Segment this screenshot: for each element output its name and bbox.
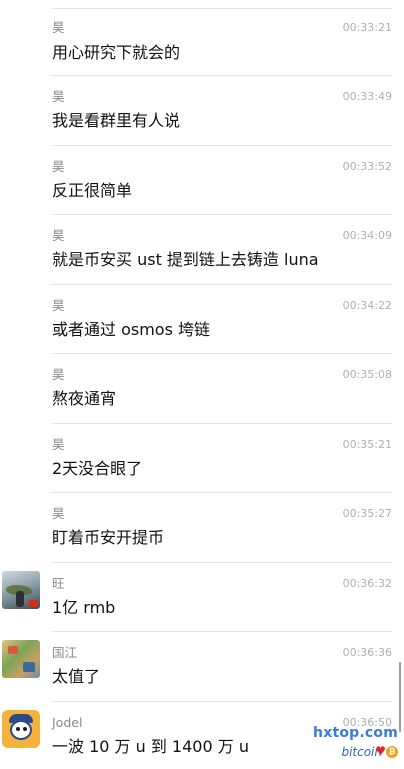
- sender-name: 昊: [52, 297, 65, 313]
- flag-icon: [29, 599, 38, 607]
- sender-name: 昊: [52, 89, 65, 104]
- message-time: 00:33:21: [342, 21, 392, 34]
- message-time: 00:33:52: [342, 159, 392, 173]
- eye-shape: [16, 726, 20, 731]
- message-text: 就是币安买 ust 提到链上去铸造 luna: [52, 250, 319, 269]
- message-text: 2天没合眼了: [52, 458, 143, 478]
- message-item[interactable]: 昊 00:35:08 熬夜通宵: [0, 354, 404, 424]
- heart-icon: ♥: [375, 744, 386, 758]
- message-time: 00:35:21: [342, 437, 392, 451]
- message-item[interactable]: 昊 00:34:22 或者通过 osmos 垮链: [0, 285, 404, 354]
- message-time: 00:35:27: [342, 507, 392, 520]
- avatar[interactable]: [2, 709, 40, 748]
- message-item[interactable]: 国江 00:36:36 太值了: [0, 632, 404, 702]
- message-time: 00:36:36: [342, 646, 392, 659]
- message-text: 用心研究下就会的: [52, 43, 181, 62]
- cartoon-sailor-avatar: [2, 709, 40, 748]
- sender-name: 昊: [52, 158, 65, 174]
- message-item[interactable]: 昊 00:35:21 2天没合眼了: [0, 424, 404, 493]
- message-item[interactable]: 旺 00:36:32 1亿 rmb: [0, 563, 404, 632]
- bitcoin-coin-icon: ₿: [386, 746, 398, 758]
- message-text: 1亿 rmb: [52, 597, 116, 617]
- sender-name: 昊: [52, 506, 65, 521]
- message-text: 熬夜通宵: [52, 389, 117, 408]
- scrollbar[interactable]: [398, 662, 401, 732]
- sender-name: Jodel: [52, 714, 83, 730]
- avatar[interactable]: [2, 640, 40, 678]
- sender-name: 昊: [52, 228, 65, 243]
- face-shape: [10, 719, 32, 740]
- avatar[interactable]: [2, 570, 40, 609]
- message-text: 我是看群里有人说: [52, 111, 181, 130]
- message-item[interactable]: 昊 00:34:09 就是币安买 ust 提到链上去铸造 luna: [0, 215, 404, 285]
- colorful-map-avatar: [2, 640, 40, 678]
- message-text: 一波 10 万 u 到 1400 万 u: [52, 736, 249, 756]
- message-text: 或者通过 osmos 垮链: [52, 319, 211, 339]
- sender-name: 国江: [52, 645, 78, 660]
- sender-name: 昊: [52, 20, 65, 35]
- message-time: 00:33:49: [342, 90, 392, 103]
- sender-name: 昊: [52, 367, 65, 382]
- message-text: 太值了: [52, 667, 101, 686]
- sender-name: 昊: [52, 436, 65, 452]
- message-time: 00:35:08: [342, 368, 392, 381]
- sender-name: 旺: [52, 575, 65, 591]
- message-text: 反正很简单: [52, 180, 133, 200]
- message-time: 00:36:32: [342, 576, 392, 590]
- message-text: 盯着币安开提币: [52, 528, 165, 547]
- watermark: hxtop.com bitcoin ♥ ₿: [306, 725, 398, 765]
- message-item[interactable]: 昊 00:33:21 用心研究下就会的: [0, 0, 404, 76]
- message-time: 00:34:09: [342, 229, 392, 242]
- message-item[interactable]: 昊 00:33:52 反正很简单: [0, 146, 404, 215]
- eye-shape: [23, 726, 27, 731]
- watermark-site: hxtop.com: [313, 725, 398, 741]
- message-time: 00:34:22: [342, 298, 392, 312]
- photo-landscape-avatar: [2, 570, 40, 609]
- chat-message-list[interactable]: 昊 00:33:21 用心研究下就会的 昊 00:33:49 我是看群里有人说 …: [0, 0, 404, 769]
- message-item[interactable]: 昊 00:33:49 我是看群里有人说: [0, 76, 404, 146]
- message-item[interactable]: 昊 00:35:27 盯着币安开提币: [0, 493, 404, 563]
